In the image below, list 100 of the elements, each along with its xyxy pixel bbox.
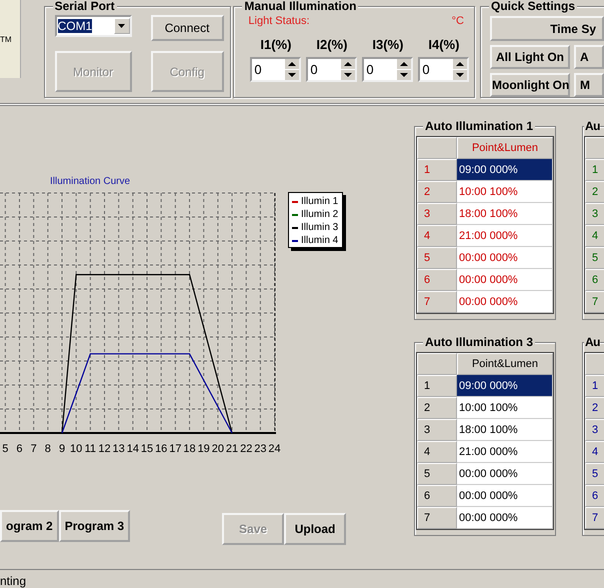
axis-tick-label: 18 <box>183 443 196 455</box>
down-arrow-icon[interactable] <box>397 70 412 80</box>
axis-tick-label: 15 <box>140 443 154 455</box>
row-header: 1 <box>417 375 457 397</box>
row-header: 1 <box>585 159 604 181</box>
down-arrow-icon[interactable] <box>341 70 356 80</box>
row-header: 4 <box>417 225 457 247</box>
legend-label: Illumin 1 <box>301 195 338 208</box>
row-header: 3 <box>585 419 604 441</box>
column-header: Point&Lumen <box>457 137 553 159</box>
panel-text: TM <box>0 34 12 44</box>
axis-tick-label: 5 <box>2 443 8 455</box>
quick-button[interactable]: Time Sy <box>490 16 604 41</box>
channel-label: I3(%) <box>372 37 404 52</box>
program-button[interactable]: ogram 2 <box>0 510 59 542</box>
row-header: 6 <box>585 485 604 507</box>
group-title: Quick Settings <box>489 0 578 13</box>
table-cell[interactable]: 21:00 000% <box>457 225 553 247</box>
table-cell[interactable]: 18:00 100% <box>457 419 553 441</box>
channel-label: I1(%) <box>260 37 292 52</box>
upload-button[interactable]: Upload <box>284 513 346 545</box>
spin-field[interactable]: 0 <box>362 57 414 82</box>
column-header: Point&Lumen <box>457 353 553 375</box>
axis-tick-label: 11 <box>84 443 96 455</box>
up-arrow-icon[interactable] <box>453 59 468 69</box>
axis-tick-label: 9 <box>58 443 66 455</box>
dropdown-button[interactable] <box>114 18 130 34</box>
status-label: Light Status: <box>248 15 310 27</box>
legend-label: Illumin 3 <box>301 221 338 234</box>
table-cell[interactable]: 00:00 000% <box>457 463 553 485</box>
axis-tick-label: 12 <box>98 443 111 455</box>
row-header: 4 <box>585 225 604 247</box>
table-cell[interactable]: 00:00 000% <box>457 247 553 269</box>
axis-tick-label: 6 <box>16 443 23 455</box>
up-arrow-icon[interactable] <box>285 59 300 69</box>
table-cell[interactable]: 18:00 100% <box>457 203 553 225</box>
down-arrow-icon[interactable] <box>285 70 300 80</box>
connect-button[interactable]: Connect <box>150 15 224 41</box>
axis-tick-label: 16 <box>155 443 168 455</box>
row-header: 6 <box>417 485 457 507</box>
axis-tick-label: 20 <box>212 443 224 455</box>
row-header: 7 <box>417 507 457 529</box>
port-dropdown[interactable]: COM1 <box>54 15 132 37</box>
caret-icon <box>118 24 126 28</box>
row-header: 1 <box>585 375 604 397</box>
quick-button[interactable]: All Light On <box>490 45 570 69</box>
table-cell[interactable]: 00:00 000% <box>457 269 553 291</box>
spin-field[interactable]: 0 <box>250 57 302 82</box>
axis-tick-label: 14 <box>126 443 139 455</box>
up-arrow-icon[interactable] <box>341 59 356 69</box>
table-cell[interactable]: 10:00 100% <box>457 397 553 419</box>
axis-tick-label: 13 <box>112 443 125 455</box>
table-cell[interactable]: 09:00 000% <box>457 375 553 397</box>
quick-button[interactable]: M <box>574 73 604 97</box>
group-title: Au <box>584 120 600 133</box>
row-header: 3 <box>417 419 457 441</box>
row-header: 5 <box>585 463 604 485</box>
axis-tick-label: 17 <box>169 443 182 455</box>
row-header: 7 <box>585 507 604 529</box>
table-cell[interactable]: 21:00 000% <box>457 441 553 463</box>
spin-field[interactable]: 0 <box>306 57 358 82</box>
row-header: 2 <box>585 397 604 419</box>
axis-tick-label: 7 <box>30 443 37 455</box>
table-cell[interactable]: 00:00 000% <box>457 507 553 529</box>
row-header: 7 <box>417 291 457 313</box>
axis-tick-label: 19 <box>198 443 210 455</box>
table-cell[interactable]: 00:00 000% <box>457 291 553 313</box>
axis-tick-label: 10 <box>70 443 82 455</box>
row-header: 3 <box>417 203 457 225</box>
legend-label: Illumin 2 <box>301 208 338 221</box>
row-header: 3 <box>585 203 604 225</box>
row-header: 4 <box>585 441 604 463</box>
row-header: 6 <box>585 269 604 291</box>
axis-tick-label: 21 <box>226 443 238 455</box>
table-cell[interactable]: 09:00 000% <box>457 159 553 181</box>
axis-tick-label: 24 <box>268 443 281 455</box>
axis-tick-label: 22 <box>240 443 252 455</box>
row-header: 2 <box>585 181 604 203</box>
program-button[interactable]: Program 3 <box>58 510 130 542</box>
quick-button[interactable]: Moonlight On <box>490 73 570 97</box>
row-header: 6 <box>417 269 457 291</box>
channel-label: I2(%) <box>316 37 348 52</box>
chart-title: Illumination Curve <box>50 176 130 187</box>
legend-label: Illumin 4 <box>301 234 338 247</box>
group-title: Manual Illumination <box>242 0 358 13</box>
quick-button[interactable]: A <box>574 45 604 69</box>
row-header: 4 <box>417 441 457 463</box>
up-arrow-icon[interactable] <box>397 59 412 69</box>
status-text: nting <box>0 574 26 588</box>
group-title: Auto Illumination 3 <box>423 336 535 349</box>
group-title: Au <box>584 336 600 349</box>
axis-tick-label: 8 <box>44 443 51 455</box>
table-cell[interactable]: 10:00 100% <box>457 181 553 203</box>
row-header: 1 <box>417 159 457 181</box>
spin-field[interactable]: 0 <box>418 57 470 82</box>
row-header: 5 <box>417 247 457 269</box>
row-header: 7 <box>585 291 604 313</box>
table-cell[interactable]: 00:00 000% <box>457 485 553 507</box>
row-header: 2 <box>417 397 457 419</box>
down-arrow-icon[interactable] <box>453 70 468 80</box>
